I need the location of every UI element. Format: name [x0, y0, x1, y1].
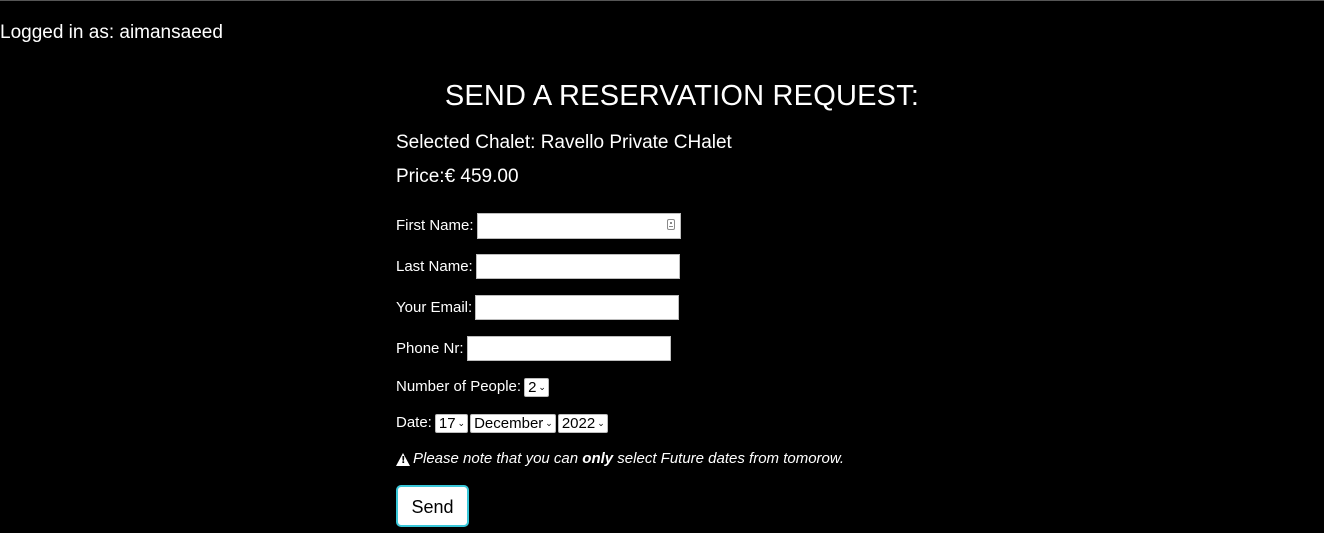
contact-card-icon[interactable]	[666, 219, 675, 230]
email-label: Your Email:	[396, 298, 473, 316]
chevron-down-icon: ⌄	[538, 381, 546, 392]
month-select[interactable]: December ⌄	[470, 413, 556, 433]
month-select-value: December	[474, 414, 544, 432]
people-label: Number of People:	[396, 378, 522, 395]
logged-in-status: Logged in as: aimansaeed	[0, 22, 223, 43]
people-row: Number of People: 2 ⌄	[396, 377, 551, 397]
selected-chalet: Selected Chalet: Ravello Private CHalet	[396, 132, 732, 153]
chevron-down-icon: ⌄	[457, 417, 466, 428]
last-name-input[interactable]	[475, 254, 680, 279]
date-row: Date: 17 ⌄ December ⌄ 2022 ⌄	[396, 413, 610, 433]
chalet-price: Price:€ 459.00	[396, 166, 519, 187]
year-select[interactable]: 2022 ⌄	[557, 413, 608, 433]
page-title: SEND A RESERVATION REQUEST:	[444, 80, 920, 112]
chevron-down-icon: ⌄	[545, 417, 553, 428]
chevron-down-icon: ⌄	[597, 417, 605, 428]
last-name-row: Last Name:	[396, 254, 680, 279]
people-select[interactable]: 2 ⌄	[524, 377, 549, 397]
first-name-label: First Name:	[396, 217, 474, 234]
warning-icon	[396, 452, 410, 466]
note-suffix: select Future dates from tomorow.	[613, 450, 845, 467]
date-label: Date:	[396, 414, 432, 431]
note-emphasis: only	[582, 450, 614, 467]
top-divider	[0, 0, 1324, 1]
send-button[interactable]: Send	[396, 485, 469, 527]
last-name-label: Last Name:	[396, 257, 473, 275]
email-input[interactable]	[475, 295, 680, 320]
people-select-value: 2	[528, 378, 537, 396]
first-name-input[interactable]	[476, 213, 681, 239]
phone-input[interactable]	[466, 336, 671, 361]
phone-label: Phone Nr:	[396, 339, 464, 357]
date-note: Please note that you can only select Fut…	[396, 449, 844, 469]
phone-row: Phone Nr:	[396, 336, 671, 361]
year-select-value: 2022	[561, 414, 596, 432]
day-select[interactable]: 17 ⌄	[434, 413, 469, 433]
email-row: Your Email:	[396, 295, 680, 320]
note-prefix: Please note that you can	[413, 450, 583, 467]
day-select-value: 17	[438, 414, 456, 432]
first-name-row: First Name:	[396, 213, 681, 239]
